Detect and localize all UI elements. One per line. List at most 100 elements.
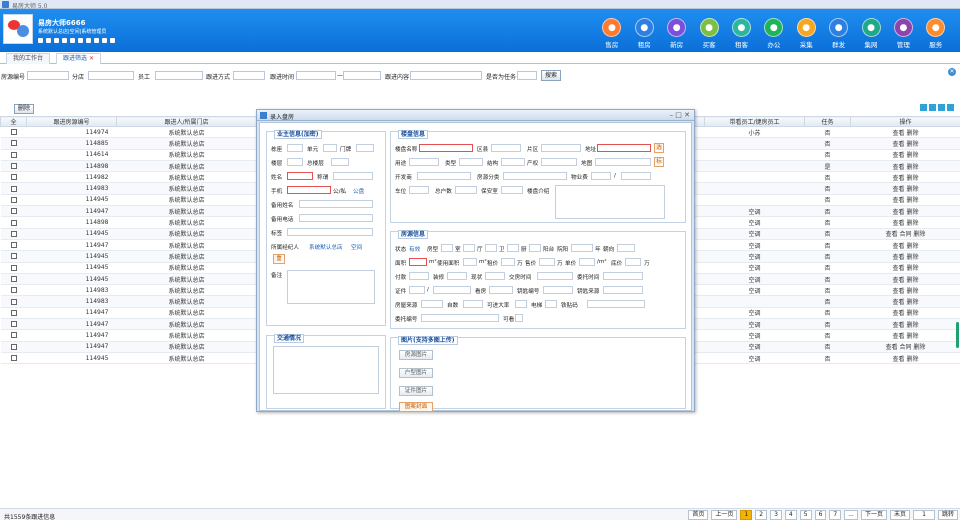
ops-cell[interactable]: 查看 删除 — [851, 127, 960, 138]
row-checkbox[interactable] — [1, 206, 27, 217]
checkbox[interactable] — [11, 152, 17, 158]
ops-cell[interactable]: 查看 删除 — [851, 352, 960, 363]
rent-input[interactable] — [501, 258, 515, 266]
calendar-icon[interactable] — [62, 38, 67, 43]
total-floor-input[interactable] — [331, 158, 349, 166]
branch-select[interactable] — [88, 71, 134, 80]
checkbox[interactable] — [11, 220, 17, 226]
unit-price-input[interactable] — [579, 258, 595, 266]
close-tab-icon[interactable]: ✕ — [89, 55, 94, 62]
nav-item-10[interactable]: ●服务 — [920, 18, 952, 49]
layout-image-button[interactable]: 户型图片 — [399, 368, 433, 378]
row-checkbox[interactable] — [1, 307, 27, 318]
nav-item-4[interactable]: ●租客 — [725, 18, 757, 49]
sale-input[interactable] — [539, 258, 555, 266]
nav-item-3[interactable]: ●买客 — [693, 18, 725, 49]
row-checkbox[interactable] — [1, 319, 27, 330]
page-ellipsis[interactable]: ... — [844, 510, 858, 520]
property-select[interactable] — [541, 158, 577, 166]
floor-input[interactable] — [287, 158, 303, 166]
map-mark-button[interactable]: 标 — [654, 157, 664, 167]
fee-input[interactable] — [591, 172, 611, 180]
cert-image-button[interactable]: 证件图片 — [399, 386, 433, 396]
settings-icon[interactable] — [70, 38, 75, 43]
ops-cell[interactable]: 查看 删除 — [851, 149, 960, 160]
staff-select[interactable] — [155, 71, 203, 80]
unit-input[interactable] — [323, 144, 337, 152]
tab-workbench[interactable]: 我的工作台 — [6, 53, 50, 64]
checkbox[interactable] — [11, 344, 17, 350]
ops-cell[interactable]: 查看 合同 删除 — [851, 228, 960, 239]
key-source-select[interactable] — [603, 286, 643, 294]
checkbox[interactable] — [11, 129, 17, 135]
vertical-scrollbar[interactable] — [956, 322, 959, 348]
dialog-controls[interactable]: – □ ✕ — [670, 111, 690, 119]
total-units-input[interactable] — [455, 186, 477, 194]
decor-select[interactable] — [447, 272, 467, 280]
checkbox[interactable] — [11, 242, 17, 248]
hall-input[interactable] — [463, 244, 475, 252]
next-page-button[interactable]: 下一页 — [861, 510, 887, 520]
checkbox[interactable] — [11, 208, 17, 214]
title-select[interactable] — [333, 172, 373, 180]
ops-cell[interactable]: 查看 删除 — [851, 217, 960, 228]
key-no-input[interactable] — [543, 286, 573, 294]
file-icon[interactable] — [86, 38, 91, 43]
print-icon[interactable] — [947, 104, 954, 111]
source-select[interactable] — [421, 300, 443, 308]
checkbox[interactable] — [11, 332, 17, 338]
nav-item-9[interactable]: ●管理 — [887, 18, 919, 49]
delete-button[interactable]: 删除 — [14, 104, 34, 114]
row-checkbox[interactable] — [1, 251, 27, 262]
time-from-input[interactable] — [296, 71, 336, 80]
page-7[interactable]: 7 — [829, 510, 841, 520]
backup-name-input[interactable] — [299, 200, 373, 208]
ops-cell[interactable]: 查看 合同 删除 — [851, 341, 960, 352]
close-panel-icon[interactable]: ✕ — [948, 68, 956, 76]
checkbox[interactable] — [11, 140, 17, 146]
room-image-button[interactable]: 房源图片 — [399, 350, 433, 360]
ops-cell[interactable]: 查看 删除 — [851, 172, 960, 183]
iron-input[interactable] — [587, 300, 645, 308]
content-input[interactable] — [410, 71, 482, 80]
year-input[interactable] — [571, 244, 593, 252]
prev-page-button[interactable]: 上一页 — [711, 510, 737, 520]
go-page-button[interactable]: 跳转 — [938, 510, 958, 520]
house-no-header[interactable]: 跟进房源编号 — [27, 117, 117, 127]
row-checkbox[interactable] — [1, 296, 27, 307]
time-to-input[interactable] — [343, 71, 381, 80]
ops-cell[interactable]: 查看 删除 — [851, 285, 960, 296]
user-avatar[interactable] — [3, 14, 33, 44]
ops-cell[interactable]: 查看 删除 — [851, 273, 960, 284]
viewing-staff-header[interactable]: 带看员工/键房员工 — [705, 117, 805, 127]
first-page-button[interactable]: 首页 — [688, 510, 708, 520]
cert-input[interactable] — [409, 286, 425, 294]
follower-header[interactable]: 跟进人/所属门店 — [117, 117, 257, 127]
category-select[interactable] — [503, 172, 567, 180]
viewing-select[interactable] — [489, 286, 513, 294]
page-5[interactable]: 5 — [800, 510, 812, 520]
pay-select[interactable] — [409, 272, 429, 280]
ops-cell[interactable]: 查看 删除 — [851, 330, 960, 341]
row-checkbox[interactable] — [1, 217, 27, 228]
exclusive-input[interactable] — [515, 300, 527, 308]
checkbox[interactable] — [11, 355, 17, 361]
ops-cell[interactable]: 查看 删除 — [851, 251, 960, 262]
estate-intro-textarea[interactable] — [555, 185, 665, 219]
nav-item-2[interactable]: ●新房 — [660, 18, 692, 49]
entrust-no-input[interactable] — [421, 314, 499, 322]
ops-cell[interactable]: 查看 删除 — [851, 319, 960, 330]
select-estate-button[interactable]: 选 — [654, 143, 664, 153]
search-button[interactable]: 搜索 — [541, 70, 561, 81]
map-input[interactable] — [595, 158, 651, 166]
row-checkbox[interactable] — [1, 228, 27, 239]
area-select[interactable] — [541, 144, 581, 152]
row-checkbox[interactable] — [1, 239, 27, 250]
status-select[interactable]: 有效 — [409, 245, 420, 253]
checkbox[interactable] — [11, 253, 17, 259]
page-6[interactable]: 6 — [815, 510, 827, 520]
tab-followup-filter[interactable]: 跟进筛选 ✕ — [56, 53, 101, 64]
nav-item-1[interactable]: ●租房 — [628, 18, 660, 49]
checkbox[interactable] — [11, 231, 17, 237]
structure-select[interactable] — [501, 158, 525, 166]
